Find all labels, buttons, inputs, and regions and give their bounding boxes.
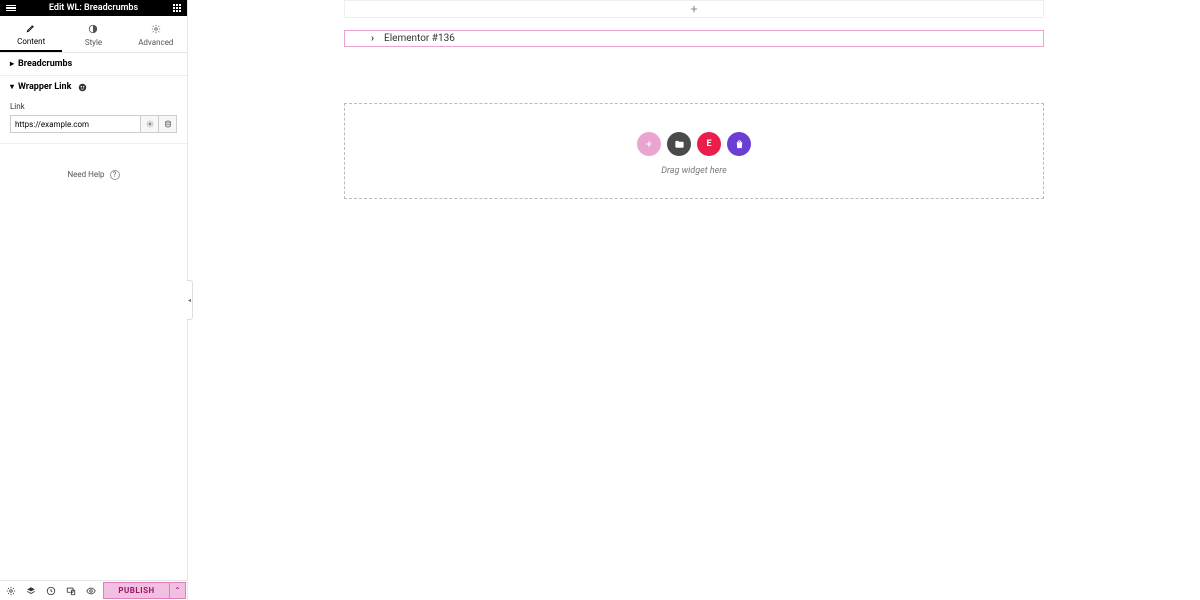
sidebar-header: Edit WL: Breadcrumbs: [0, 0, 187, 16]
devices-icon: [66, 586, 76, 596]
woolentor-button[interactable]: [727, 132, 751, 156]
section-body: Link: [0, 98, 187, 143]
plugin-badge-icon: [78, 83, 87, 92]
chevron-up-icon: ⌃: [174, 586, 181, 595]
link-input[interactable]: [10, 115, 141, 133]
need-help-label: Need Help: [67, 170, 104, 179]
editor-canvas: + › Elementor #136 + E Drag widg: [188, 0, 1200, 600]
need-help-link[interactable]: Need Help ?: [0, 170, 187, 180]
layers-icon: [26, 586, 36, 596]
sidebar-footer: PUBLISH ⌃: [0, 580, 187, 600]
settings-button[interactable]: [1, 582, 21, 599]
add-widget-button[interactable]: +: [637, 132, 661, 156]
section-toggle-wrapper[interactable]: Wrapper Link: [0, 76, 187, 98]
ek-icon: E: [706, 139, 711, 149]
tab-label: Content: [17, 37, 45, 46]
tab-content[interactable]: Content: [0, 16, 62, 52]
caret-down-icon: [10, 82, 14, 92]
navigator-button[interactable]: [21, 582, 41, 599]
publish-button[interactable]: PUBLISH: [103, 582, 170, 599]
section-toggle-breadcrumbs[interactable]: Breadcrumbs: [0, 53, 187, 75]
panel-title: Edit WL: Breadcrumbs: [0, 3, 187, 13]
tab-advanced[interactable]: Advanced: [125, 16, 187, 52]
history-icon: [46, 586, 56, 596]
section-title: Wrapper Link: [18, 82, 71, 92]
section-breadcrumbs: Breadcrumbs: [0, 53, 187, 76]
eye-icon: [86, 586, 96, 596]
link-options-button[interactable]: [141, 115, 159, 133]
history-button[interactable]: [41, 582, 61, 599]
section-wrapper-link: Wrapper Link Link: [0, 76, 187, 144]
bag-icon: [734, 139, 745, 150]
link-input-row: [10, 115, 177, 133]
apps-grid-icon[interactable]: [173, 4, 181, 12]
dynamic-tags-button[interactable]: [159, 115, 177, 133]
contrast-icon: [87, 23, 99, 35]
dropzone-hint: Drag widget here: [661, 166, 727, 176]
template-library-button[interactable]: [667, 132, 691, 156]
link-label: Link: [10, 102, 177, 111]
folder-icon: [674, 139, 685, 150]
dropzone[interactable]: + E Drag widget here: [344, 103, 1044, 199]
editor-tabs: Content Style Advanced: [0, 16, 187, 53]
gear-icon: [6, 586, 16, 596]
hamburger-icon[interactable]: [6, 5, 16, 12]
responsive-button[interactable]: [61, 582, 81, 599]
dropzone-actions: + E: [637, 132, 751, 156]
tab-label: Style: [85, 38, 102, 47]
add-section-button[interactable]: +: [344, 0, 1044, 18]
tab-label: Advanced: [138, 38, 173, 47]
envato-kit-button[interactable]: E: [697, 132, 721, 156]
plus-icon: +: [691, 2, 698, 16]
breadcrumb-widget[interactable]: › Elementor #136: [344, 30, 1044, 47]
editor-sidebar: Edit WL: Breadcrumbs Content Style Advan…: [0, 0, 188, 600]
pencil-icon: [25, 22, 37, 34]
gear-icon: [146, 120, 154, 128]
chevron-right-icon: ›: [371, 33, 374, 44]
publish-options-button[interactable]: ⌃: [170, 582, 186, 599]
database-icon: [164, 120, 172, 128]
gear-icon: [150, 23, 162, 35]
help-icon: ?: [110, 170, 120, 180]
preview-button[interactable]: [81, 582, 101, 599]
plus-icon: +: [646, 138, 652, 151]
caret-right-icon: [10, 59, 14, 69]
section-title: Breadcrumbs: [18, 59, 72, 69]
tab-style[interactable]: Style: [62, 16, 124, 52]
breadcrumb-text: Elementor #136: [384, 33, 455, 44]
